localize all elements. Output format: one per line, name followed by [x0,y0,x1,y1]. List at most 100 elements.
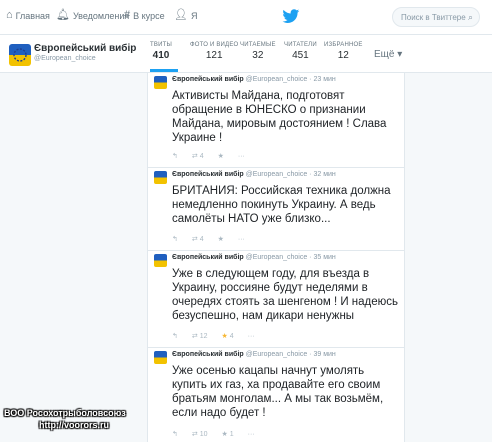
stat-value: 32 [252,50,264,61]
stat-label: ФОТО И ВИДЕО [190,42,239,48]
favorite-count: 1 [229,431,234,438]
tweet-actions: ↰ ⇄ 4 ★ ··· [172,235,245,244]
favorite-button[interactable]: ★ 4 [222,332,234,340]
stat-value: 12 [337,50,349,61]
reply-icon[interactable]: ↰ [172,332,178,340]
star-icon: ★ [221,333,228,340]
tweet[interactable]: Європейський вибір @European_choice · 32… [148,168,404,251]
star-icon: ★ [217,236,224,243]
hashtag-icon: # [124,9,131,21]
more-icon[interactable]: ··· [248,333,255,340]
tweet-handle: @European_choice [245,351,308,358]
nav-discover[interactable]: # В курсе [124,10,165,21]
tweet-text: БРИТАНИЯ: Российская техника должна неме… [172,185,391,225]
nav-discover-label: В курсе [133,10,165,21]
favorite-button[interactable]: ★ 1 [222,430,234,438]
retweet-icon: ⇄ [191,333,198,340]
tweet-header: Європейський вибір @European_choice · 39… [172,351,336,358]
top-nav: ⌂ Главная 🔔︎ Уведомления # В курсе 👤︎ Я … [0,0,492,35]
nav-home[interactable]: ⌂ Главная [6,10,50,21]
stat-value: 121 [205,50,223,61]
tweet-time[interactable]: 32 мин [313,171,335,178]
favorite-button[interactable]: ★ [218,235,224,243]
stat-label: ТВИТЫ [150,42,172,48]
tweet-text: Активисты Майдана, подготовят обращение … [172,90,387,144]
more-icon[interactable]: ··· [238,153,245,160]
favorite-button[interactable]: ★ [218,152,224,160]
search-icon: ⌕ [467,12,473,22]
star-icon: ★ [217,153,224,160]
retweet-button[interactable]: ⇄ 12 [192,332,208,340]
stat-value: 451 [292,50,309,61]
stat-favorites[interactable]: ИЗБРАННОЕ 12 [324,42,363,61]
retweet-icon: ⇄ [191,236,198,243]
retweet-count: 12 [199,333,208,340]
home-icon: ⌂ [6,9,13,21]
tweet-actions: ↰ ⇄ 10 ★ 1 ··· [172,430,255,439]
watermark-url: http://voorors.ru [39,420,109,430]
profile-handle: @European_choice [34,55,96,62]
nav-home-label: Главная [15,10,50,21]
tweet-actions: ↰ ⇄ 4 ★ ··· [172,152,245,161]
retweet-button[interactable]: ⇄ 4 [192,235,204,243]
tweet-author[interactable]: Європейський вибір [172,351,244,358]
retweet-icon: ⇄ [191,431,198,438]
ukraine-flag-icon [154,76,167,89]
tweet-header: Європейський вибір @European_choice · 35… [172,254,336,261]
nav-notifications-label: Уведомления [72,10,130,21]
avatar[interactable] [154,76,167,89]
avatar[interactable] [154,351,167,364]
stat-label: ЧИТАЕМЫЕ [240,42,276,48]
tweet-text: Уже осенью кацапы начнут умолять купить … [172,365,384,419]
nav-notifications[interactable]: 🔔︎ Уведомления [56,10,129,21]
retweet-count: 4 [199,153,204,160]
tweet-time[interactable]: 35 мин [313,254,335,261]
tweet[interactable]: Європейський вибір @European_choice · 35… [148,251,404,348]
reply-icon[interactable]: ↰ [172,235,178,243]
more-icon[interactable]: ··· [248,431,255,438]
tweet-author[interactable]: Європейський вибір [172,76,244,83]
stat-label: ЧИТАТЕЛИ [284,42,317,48]
stat-label: ИЗБРАННОЕ [324,42,363,48]
tweet[interactable]: Європейський вибір @European_choice · 23… [148,73,404,168]
avatar[interactable] [154,254,167,267]
retweet-count: 10 [199,431,208,438]
star-icon: ★ [221,431,228,438]
tweet-time[interactable]: 39 мин [313,351,335,358]
tweet-handle: @European_choice [245,254,308,261]
tweet-author[interactable]: Європейський вибір [172,171,244,178]
ukraine-flag-icon [154,171,167,184]
tweet-handle: @European_choice [245,171,308,178]
stat-media[interactable]: ФОТО И ВИДЕО 121 [190,42,238,61]
watermark: ВОО Росохотрыболовсоюз http://voorors.ru [4,407,126,431]
tweet-header: Європейський вибір @European_choice · 32… [172,171,336,178]
stat-tweets[interactable]: ТВИТЫ 410 [150,42,172,61]
reply-icon[interactable]: ↰ [172,152,178,160]
user-icon: 👤︎ [174,9,188,21]
ukraine-flag-icon [154,254,167,267]
retweet-button[interactable]: ⇄ 4 [192,152,204,160]
retweet-icon: ⇄ [191,153,198,160]
search-input[interactable]: Поиск в Твиттере ⌕ [392,7,480,27]
more-dropdown[interactable]: Ещё ▾ [374,49,402,60]
active-tab-indicator [150,69,178,72]
chevron-down-icon: ▾ [397,49,403,60]
retweet-count: 4 [199,236,204,243]
tweet-handle: @European_choice [245,76,308,83]
tweet-time[interactable]: 23 мин [313,76,335,83]
tweet-actions: ↰ ⇄ 12 ★ 4 ··· [172,332,255,341]
stat-following[interactable]: ЧИТАЕМЫЕ 32 [240,42,276,61]
tweet[interactable]: Європейський вибір @European_choice · 39… [148,348,404,442]
stat-followers[interactable]: ЧИТАТЕЛИ 451 [284,42,317,61]
avatar[interactable] [154,171,167,184]
tweet-author[interactable]: Європейський вибір [172,254,244,261]
nav-me[interactable]: 👤︎ Я [174,10,197,21]
profile-name[interactable]: Європейський вибір [34,43,136,54]
retweet-button[interactable]: ⇄ 10 [192,430,208,438]
watermark-title: ВОО Росохотрыболовсоюз [4,408,126,418]
reply-icon[interactable]: ↰ [172,430,178,438]
twitter-bird-icon[interactable] [282,9,300,24]
more-icon[interactable]: ··· [238,236,245,243]
profile-avatar[interactable] [9,44,31,66]
bell-icon: 🔔︎ [56,9,70,21]
